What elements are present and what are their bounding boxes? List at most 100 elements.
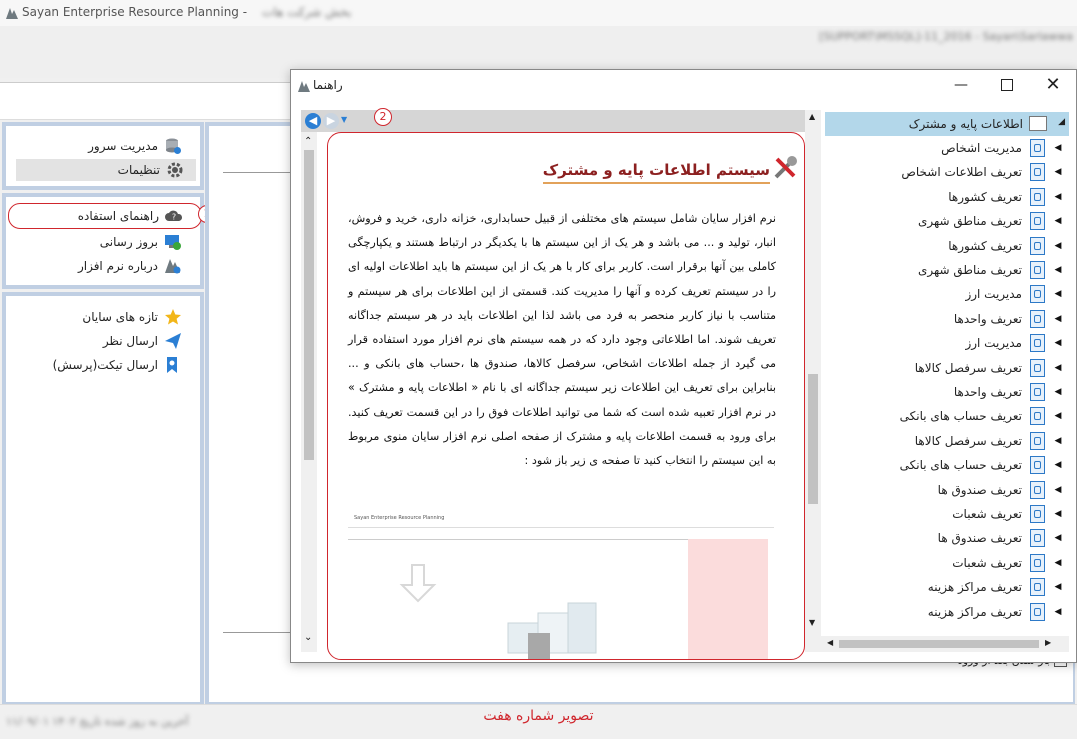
preview-title: Sayan Enterprise Resource Planning (354, 515, 445, 521)
figure-caption: تصویر شماره هفت (483, 708, 594, 724)
step-marker-2: 2 (374, 108, 392, 126)
tree-item[interactable]: ◀ تعریف سرفصل کالاها (915, 357, 1063, 379)
collapsed-arrow-icon[interactable]: ◀ (1053, 485, 1063, 495)
collapsed-arrow-icon[interactable]: ◀ (1053, 167, 1063, 177)
sidebar-item-send-feedback[interactable]: ارسال نظر (103, 330, 182, 352)
sidebar-item-label: تازه های سایان (82, 310, 158, 324)
scroll-left-icon[interactable]: ◀ (827, 638, 833, 647)
sidebar-item-label: ارسال نظر (102, 334, 158, 348)
tree-item-label: تعریف صندوق ها (937, 531, 1022, 546)
collapsed-arrow-icon[interactable]: ◀ (1053, 460, 1063, 470)
tree-item-label: مدیریت ارز (965, 336, 1022, 351)
tree-item[interactable]: ◀ تعریف صندوق ها (938, 527, 1063, 549)
document-icon (1030, 431, 1045, 450)
tree-item[interactable]: ◀ تعریف حساب های بانکی (900, 454, 1063, 476)
tree-item[interactable]: ◀ مدیریت ارز (965, 332, 1063, 354)
tree-item[interactable]: ◀ تعریف واحدها (954, 308, 1063, 330)
tree-item[interactable]: ◀ تعریف شعبات (952, 503, 1063, 525)
collapsed-arrow-icon[interactable]: ◀ (1053, 363, 1063, 373)
sidebar-item-send-ticket[interactable]: ارسال تیکت(پرسش) (53, 354, 182, 376)
collapsed-arrow-icon[interactable]: ◀ (1053, 314, 1063, 324)
collapsed-arrow-icon[interactable]: ◀ (1053, 289, 1063, 299)
tree-item[interactable]: ◀ تعریف شعبات (952, 552, 1063, 574)
sidebar-item-sayan-news[interactable]: تازه های سایان (82, 306, 182, 328)
tree-item-label: تعریف واحدها (953, 311, 1022, 326)
sidebar-item-label: راهنمای استفاده (77, 209, 159, 223)
minimize-button[interactable]: — (938, 70, 984, 100)
content-scrollbar[interactable]: ⌃ ⌄ (301, 132, 317, 652)
scroll-up-icon[interactable]: ▲ (809, 112, 815, 121)
scroll-right-icon[interactable]: ▶ (1045, 638, 1051, 647)
tree-item[interactable]: ◀ تعریف اطلاعات اشخاص (901, 161, 1063, 183)
collapsed-arrow-icon[interactable]: ◀ (1053, 607, 1063, 617)
tree-item-label: تعریف حساب های بانکی (899, 458, 1022, 473)
tree-item[interactable]: ◀ تعریف کشورها (948, 235, 1063, 257)
tree-item-label: تعریف شعبات (952, 507, 1022, 521)
collapsed-arrow-icon[interactable]: ◀ (1053, 411, 1063, 421)
tree-item[interactable]: ◀ مدیریت اشخاص (941, 137, 1063, 159)
tree-item[interactable]: ◀ تعریف مناطق شهری (918, 210, 1063, 232)
history-dropdown-icon[interactable]: ▼ (341, 115, 347, 124)
scroll-up-icon[interactable]: ⌃ (304, 136, 312, 147)
connection-info: [SUPPORT\MSSQL]-11_2016 - Sayan\Sarlawwa (819, 30, 1073, 43)
scroll-down-icon[interactable]: ⌄ (304, 632, 312, 643)
tree-item[interactable]: ◀ تعریف مناطق شهری (918, 259, 1063, 281)
maximize-button[interactable] (984, 70, 1030, 100)
forward-arrow-icon: ▶ (326, 114, 336, 127)
sidebar-item-server-management[interactable]: مدیریت سرور (88, 135, 182, 157)
collapsed-arrow-icon[interactable]: ◀ (1053, 265, 1063, 275)
document-icon (1030, 236, 1045, 255)
collapsed-arrow-icon[interactable]: ◀ (1053, 216, 1063, 226)
collapsed-arrow-icon[interactable]: ◀ (1053, 509, 1063, 519)
sidebar-item-update[interactable]: بروز رسانی (100, 231, 182, 253)
scroll-down-icon[interactable]: ▼ (809, 618, 815, 627)
article-body: نرم افزار سایان شامل سیستم های مختلفی از… (348, 212, 776, 468)
document-icon (1030, 139, 1045, 157)
scroll-thumb[interactable] (304, 150, 314, 460)
scroll-thumb[interactable] (808, 374, 818, 504)
send-icon (165, 333, 181, 349)
app-title: Sayan Enterprise Resource Planning - (22, 5, 248, 19)
back-arrow-icon: ◀ (308, 114, 318, 127)
sidebar-item-settings[interactable]: تنظیمات (16, 159, 196, 181)
tree-root-selected[interactable]: ◢ اطلاعات پایه و مشترک (825, 112, 1069, 136)
tree-item[interactable]: ◀ تعریف صندوق ها (938, 479, 1063, 501)
tree-item[interactable]: ◀ تعریف مراکز هزینه (928, 576, 1063, 598)
collapsed-arrow-icon[interactable]: ◀ (1053, 582, 1063, 592)
tree-item-label: تعریف مراکز هزینه (927, 604, 1022, 619)
tree-item[interactable]: ◀ تعریف حساب های بانکی (900, 405, 1063, 427)
tree-item[interactable]: ◀ تعریف واحدها (954, 381, 1063, 403)
sidebar-item-label: ارسال تیکت(پرسش) (52, 358, 158, 372)
tree-item-label: تعریف کشورها (948, 238, 1022, 253)
close-button[interactable]: ✕ (1030, 70, 1076, 100)
preview-titlebar: Sayan Enterprise Resource Planning (348, 513, 774, 528)
back-button[interactable]: ◀ (305, 113, 321, 129)
tree-item-label: تعریف مناطق شهری (917, 214, 1022, 229)
document-icon (1030, 602, 1045, 621)
sidebar-item-user-guide[interactable]: ? راهنمای استفاده (8, 203, 202, 229)
star-icon (165, 309, 181, 325)
collapsed-arrow-icon[interactable]: ◀ (1053, 436, 1063, 446)
tree-item[interactable]: ◀ مدیریت ارز (965, 283, 1063, 305)
collapsed-arrow-icon[interactable]: ◀ (1053, 338, 1063, 348)
tree-item-label: تعریف سرفصل کالاها (914, 360, 1022, 375)
tree-hscrollbar[interactable]: ◀ ▶ (805, 636, 1069, 652)
forward-button[interactable]: ▶ (323, 113, 339, 129)
collapsed-arrow-icon[interactable]: ◀ (1053, 387, 1063, 397)
tools-icon (774, 156, 797, 179)
collapsed-arrow-icon[interactable]: ◀ (1053, 533, 1063, 543)
tree-item[interactable]: ◀ تعریف کشورها (948, 186, 1063, 208)
scroll-thumb[interactable] (839, 640, 1039, 648)
tree-item[interactable]: ◀ تعریف مراکز هزینه (928, 601, 1063, 623)
sidebar-item-label: مدیریت سرور (88, 139, 158, 153)
collapsed-arrow-icon[interactable]: ◀ (1053, 558, 1063, 568)
document-icon (1030, 456, 1045, 475)
collapsed-arrow-icon[interactable]: ◀ (1053, 241, 1063, 251)
collapsed-arrow-icon[interactable]: ◀ (1053, 143, 1063, 153)
tree-item-label: تعریف حساب های بانکی (899, 409, 1022, 424)
tree-scrollbar[interactable]: ▲ ▼ (805, 110, 821, 636)
tree-item[interactable]: ◀ تعریف سرفصل کالاها (915, 430, 1063, 452)
sidebar-item-about[interactable]: درباره نرم افزار (78, 255, 182, 277)
expanded-arrow-icon[interactable]: ◢ (1058, 117, 1065, 127)
collapsed-arrow-icon[interactable]: ◀ (1053, 192, 1063, 202)
